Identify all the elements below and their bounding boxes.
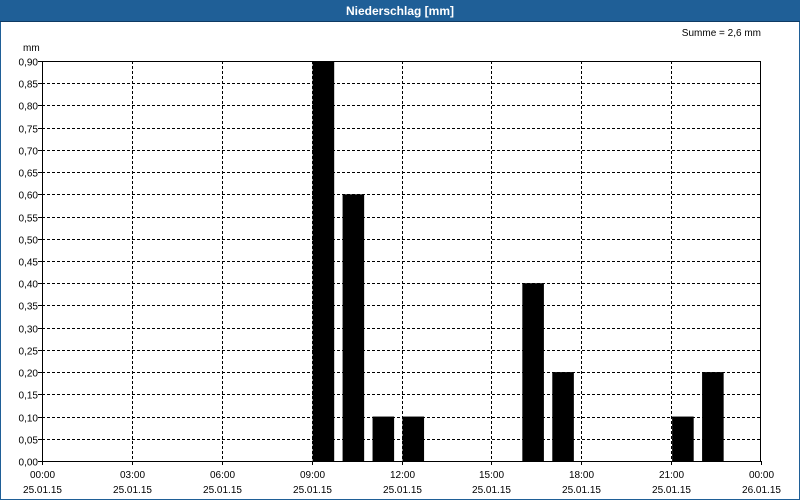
y-tick-label: 0,85 [19, 80, 39, 91]
x-tick-date-label: 25.01.15 [472, 485, 511, 496]
x-tick-labels: 00:00 25.01.15 03:00 25.01.15 06:00 25.01.15 0… [23, 470, 781, 496]
precipitation-bar [672, 416, 694, 461]
x-tick-time-label: 03:00 [120, 470, 145, 481]
x-tick-time-label: 00:00 [30, 470, 55, 481]
y-tick-label: 0,40 [19, 280, 39, 291]
y-tick-label: 0,45 [19, 258, 39, 269]
x-tick-time-label: 00:00 [749, 470, 774, 481]
precipitation-bar [342, 194, 365, 462]
x-tick-date-label: 25.01.15 [562, 485, 601, 496]
y-tick-label: 0,20 [19, 369, 39, 380]
x-tick-time-label: 09:00 [300, 470, 325, 481]
y-tick-label: 0,50 [19, 236, 39, 247]
x-tick-date-label: 25.01.15 [203, 485, 242, 496]
y-tick-label: 0,00 [19, 458, 39, 469]
precipitation-bar [522, 283, 544, 461]
precipitation-bar [312, 61, 335, 461]
x-tick-date-label: 25.01.15 [293, 485, 332, 496]
y-tick-label: 0,10 [19, 414, 39, 425]
x-tick-time-label: 18:00 [569, 470, 594, 481]
y-tick-label: 0,75 [19, 125, 39, 136]
precipitation-bar [402, 416, 425, 461]
precipitation-chart: mm Summe = 2,6 mm 0,000,050,100,150,200,… [19, 28, 782, 496]
x-tick-date-label: 26.01.15 [742, 485, 781, 496]
x-tick-time-label: 15:00 [479, 470, 504, 481]
grid [42, 61, 761, 461]
x-tick-time-label: 21:00 [659, 470, 684, 481]
y-tick-label: 0,80 [19, 102, 39, 113]
y-tick-label: 0,30 [19, 325, 39, 336]
precipitation-bar [372, 416, 395, 461]
y-tick-label: 0,60 [19, 191, 39, 202]
precipitation-bar [702, 372, 724, 461]
y-tick-labels: 0,00 0,05 0,10 0,15 0,20 0,25 0,30 0,35 0,40 0,45… [19, 58, 39, 469]
y-tick-label: 0,25 [19, 347, 39, 358]
x-tick-date-label: 25.01.15 [652, 485, 691, 496]
y-tick-label: 0,35 [19, 302, 39, 313]
x-tick-date-label: 25.01.15 [23, 485, 62, 496]
x-tick-date-label: 25.01.15 [113, 485, 152, 496]
x-tick-time-label: 06:00 [210, 470, 235, 481]
y-tick-label: 0,55 [19, 214, 39, 225]
y-tick-label: 0,05 [19, 436, 39, 447]
x-tick-time-label: 12:00 [390, 470, 415, 481]
y-tick-label: 0,15 [19, 391, 39, 402]
chart-frame: mm Summe = 2,6 mm 0,00 0,05 0,10 0,15 0,20 0,… [0, 22, 800, 500]
y-tick-label: 0,70 [19, 147, 39, 158]
y-tick-label: 0,65 [19, 169, 39, 180]
summary-label: Summe = 2,6 mm [682, 28, 761, 39]
y-axis-unit-label: mm [23, 43, 40, 54]
precipitation-bar [552, 372, 574, 461]
axes [38, 61, 762, 465]
x-tick-date-label: 25.01.15 [383, 485, 422, 496]
title-bar: Niederschlag [mm] [0, 0, 800, 22]
window-title: Niederschlag [mm] [345, 3, 455, 18]
y-tick-label: 0,90 [19, 58, 39, 69]
